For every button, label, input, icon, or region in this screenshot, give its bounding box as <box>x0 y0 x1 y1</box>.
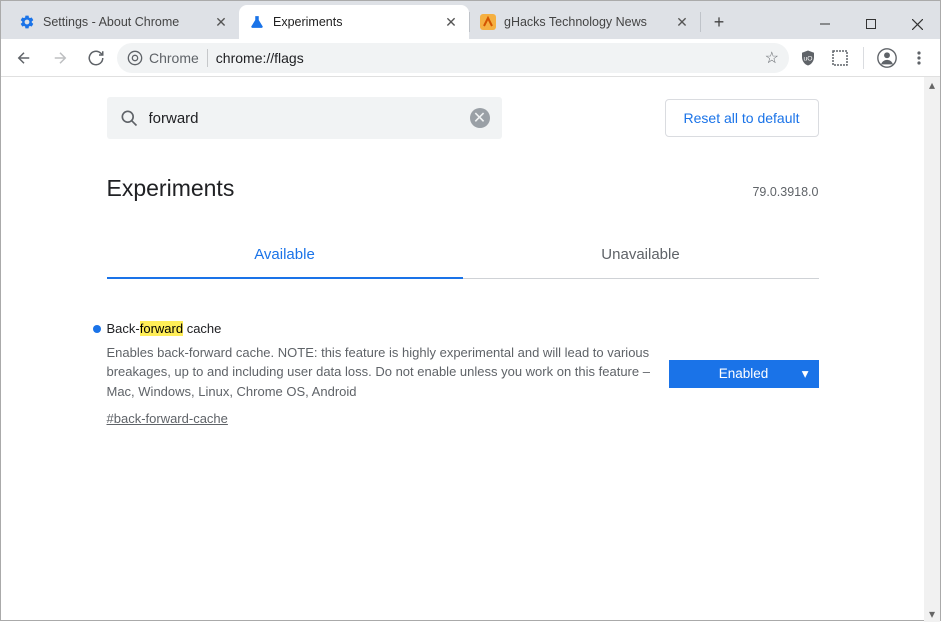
tabs-strip: Settings - About Chrome ✕ Experiments ✕ … <box>9 5 802 39</box>
tab-unavailable[interactable]: Unavailable <box>463 236 819 279</box>
reset-all-button[interactable]: Reset all to default <box>665 99 819 137</box>
tab-ghacks[interactable]: gHacks Technology News ✕ <box>470 5 700 39</box>
flag-hash-link[interactable]: #back-forward-cache <box>107 409 228 429</box>
ghacks-icon <box>480 14 496 30</box>
titlebar: Settings - About Chrome ✕ Experiments ✕ … <box>1 1 940 39</box>
svg-text:uO: uO <box>803 55 812 62</box>
chrome-version: 79.0.3918.0 <box>752 185 818 199</box>
flag-description: Enables back-forward cache. NOTE: this f… <box>107 343 653 402</box>
close-icon[interactable]: ✕ <box>443 14 459 30</box>
new-tab-button[interactable]: + <box>705 8 733 36</box>
tab-experiments[interactable]: Experiments ✕ <box>239 5 469 39</box>
clear-search-icon[interactable]: ✕ <box>470 108 490 128</box>
flag-title: Back-forward cache <box>93 319 653 339</box>
extension-icon[interactable] <box>827 45 853 71</box>
toolbar-divider <box>863 47 864 69</box>
flag-title-pre: Back- <box>107 321 140 336</box>
close-icon[interactable]: ✕ <box>213 14 229 30</box>
tab-settings[interactable]: Settings - About Chrome ✕ <box>9 5 239 39</box>
window-controls <box>802 9 940 39</box>
viewport: ✕ Reset all to default Experiments 79.0.… <box>1 77 940 622</box>
close-icon[interactable]: ✕ <box>674 14 690 30</box>
flag-state-dropdown[interactable]: Enabled ▾ <box>669 360 819 388</box>
scroll-down-icon[interactable]: ▾ <box>929 606 935 622</box>
gear-icon <box>19 14 35 30</box>
scrollbar[interactable]: ▴ ▾ <box>924 77 940 622</box>
flag-item: Back-forward cache Enables back-forward … <box>107 319 819 429</box>
chrome-chip: Chrome <box>127 50 199 66</box>
account-icon[interactable] <box>874 45 900 71</box>
flag-title-highlight: forward <box>140 321 183 336</box>
back-button[interactable] <box>9 43 39 73</box>
minimize-button[interactable] <box>802 9 848 39</box>
ublock-icon[interactable]: uO <box>795 45 821 71</box>
tab-label: Experiments <box>273 15 435 29</box>
flags-search-box[interactable]: ✕ <box>107 97 502 139</box>
page: ✕ Reset all to default Experiments 79.0.… <box>1 77 924 622</box>
tab-divider <box>700 12 701 32</box>
flags-search-input[interactable] <box>149 110 460 127</box>
bookmark-icon[interactable]: ☆ <box>765 48 779 68</box>
scroll-up-icon[interactable]: ▴ <box>929 77 935 93</box>
tab-label: gHacks Technology News <box>504 15 666 29</box>
forward-button[interactable] <box>45 43 75 73</box>
omnibox[interactable]: Chrome chrome://flags ☆ <box>117 43 789 73</box>
omnibox-divider <box>207 49 208 67</box>
close-window-button[interactable] <box>894 9 940 39</box>
flag-title-post: cache <box>183 321 221 336</box>
dropdown-value: Enabled <box>719 366 769 381</box>
flag-tabs: Available Unavailable <box>107 236 819 279</box>
maximize-button[interactable] <box>848 9 894 39</box>
flag-dot-icon <box>93 325 101 333</box>
page-title: Experiments <box>107 175 235 202</box>
chrome-chip-label: Chrome <box>149 50 199 66</box>
menu-icon[interactable] <box>906 45 932 71</box>
chevron-down-icon: ▾ <box>802 366 809 382</box>
tab-label: Settings - About Chrome <box>43 15 205 29</box>
omnibox-url: chrome://flags <box>216 50 304 66</box>
tab-available[interactable]: Available <box>107 236 463 279</box>
toolbar: Chrome chrome://flags ☆ uO <box>1 39 940 77</box>
flask-icon <box>249 14 265 30</box>
reload-button[interactable] <box>81 43 111 73</box>
search-icon <box>119 108 139 128</box>
